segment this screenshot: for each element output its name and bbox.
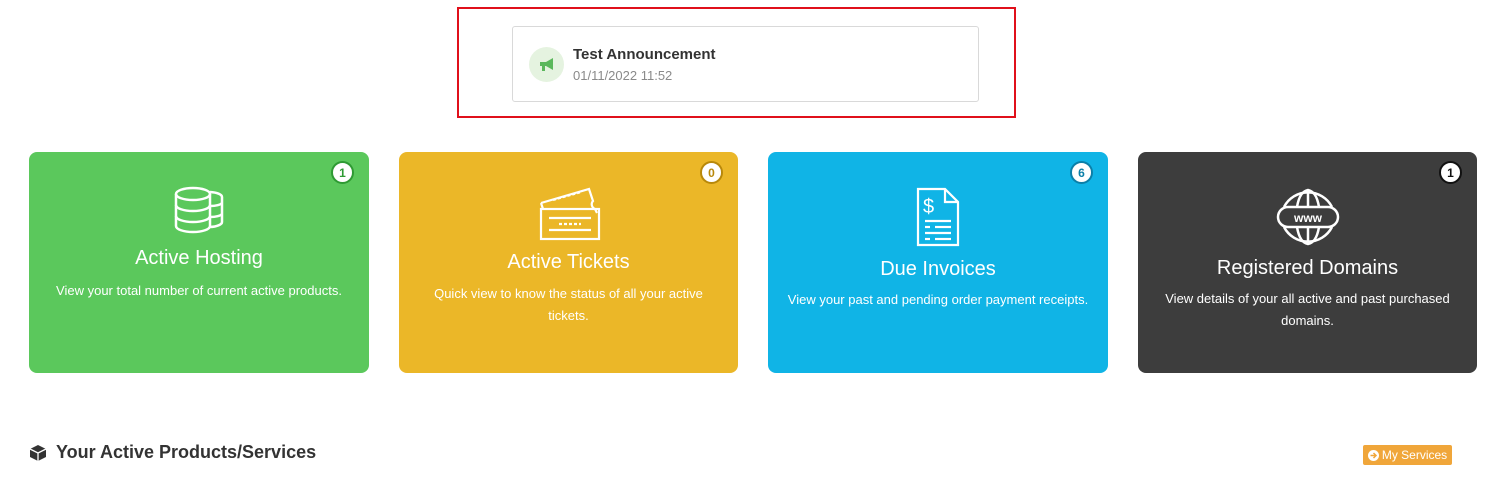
invoices-description: View your past and pending order payment… [787, 292, 1089, 307]
my-services-button[interactable]: My Services [1363, 445, 1452, 465]
arrow-right-icon [1367, 449, 1379, 461]
svg-text:www: www [1292, 211, 1322, 225]
domains-title: Registered Domains [1216, 257, 1399, 279]
products-section-heading: Your Active Products/Services [29, 442, 316, 463]
hosting-count-badge: 1 [331, 161, 354, 184]
tickets-title: Active Tickets [507, 251, 630, 273]
announcement-card[interactable]: Test Announcement 01/11/2022 11:52 [512, 26, 979, 102]
due-invoices-card[interactable]: 6 $ Due Invoices View your past and pend… [768, 152, 1108, 373]
tickets-count-badge: 0 [700, 161, 723, 184]
invoices-title: Due Invoices [880, 258, 996, 280]
announcement-title[interactable]: Test Announcement [573, 46, 716, 63]
tickets-description: Quick view to know the status of all you… [434, 286, 703, 323]
invoices-count-badge: 6 [1070, 161, 1093, 184]
active-hosting-card[interactable]: 1 Active Hosting View your total number … [29, 152, 369, 373]
my-services-label: My Services [1381, 448, 1448, 462]
ticket-icon [539, 187, 600, 241]
products-section-title: Your Active Products/Services [56, 442, 317, 462]
svg-text:$: $ [923, 196, 934, 218]
domains-description: View details of your all active and past… [1165, 291, 1450, 328]
announcement-date: 01/11/2022 11:52 [573, 68, 673, 83]
active-tickets-card[interactable]: 0 Active Tickets Quick view to know the … [399, 152, 738, 373]
hosting-description: View your total number of current active… [56, 283, 342, 298]
database-icon [174, 186, 224, 234]
invoice-icon: $ [916, 187, 960, 247]
megaphone-icon [529, 47, 564, 82]
www-globe-icon: www [1276, 188, 1339, 246]
domains-count-badge: 1 [1439, 161, 1462, 184]
registered-domains-card[interactable]: 1 www Registered Domains View details of… [1138, 152, 1477, 373]
hosting-title: Active Hosting [135, 247, 263, 269]
cube-icon [29, 444, 47, 461]
